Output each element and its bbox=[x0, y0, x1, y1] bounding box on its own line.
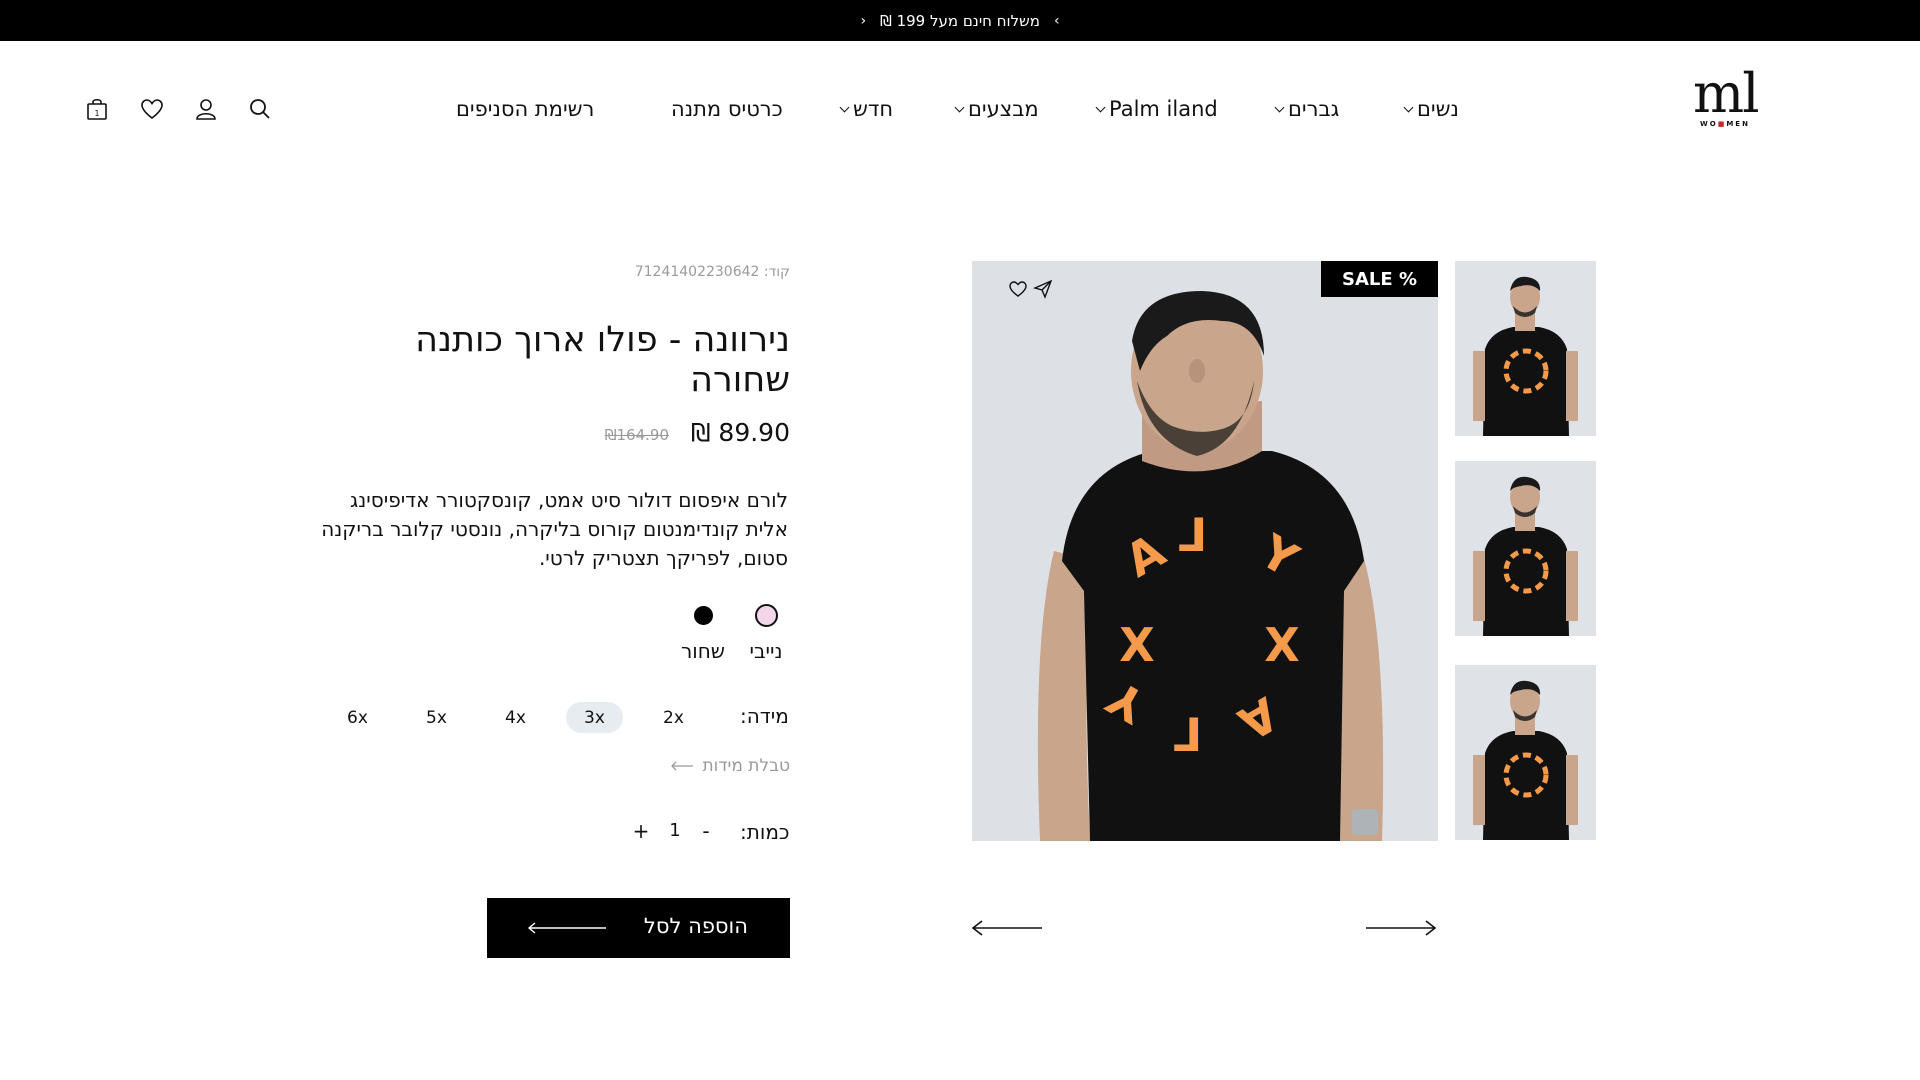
svg-text:1: 1 bbox=[94, 109, 99, 118]
nav-item-gift-cards[interactable]: כרטיס מתנה bbox=[671, 96, 783, 122]
size-chart-link[interactable]: טבלת מידות bbox=[664, 756, 790, 776]
cart-bag-icon[interactable]: 1 bbox=[84, 96, 110, 122]
svg-text:⅃: ⅃ bbox=[1177, 508, 1206, 562]
chevron-down-icon bbox=[1095, 102, 1106, 112]
price-row: 89.90 ₪ ₪164.90 bbox=[590, 418, 790, 448]
logo[interactable]: ml WO■MEN bbox=[1693, 62, 1759, 134]
announcement-prev-icon[interactable]: › bbox=[1054, 13, 1060, 29]
nav-branches-label: רשימת הסניפים bbox=[456, 97, 595, 121]
nav-new-label: חדש bbox=[853, 97, 894, 121]
nav-item-palm-iland[interactable]: Palm iland bbox=[1094, 96, 1218, 122]
wishlist-heart-icon[interactable] bbox=[139, 96, 165, 122]
quantity-value[interactable]: 1 bbox=[665, 820, 685, 841]
color-option-navy[interactable]: נייבי bbox=[738, 604, 794, 663]
color-swatch-black bbox=[693, 606, 713, 625]
nav-sales-label: מבצעים bbox=[968, 97, 1039, 121]
nav-item-new[interactable]: חדש bbox=[838, 96, 893, 122]
color-swatch-navy bbox=[754, 604, 778, 627]
chevron-down-icon bbox=[1274, 102, 1285, 112]
add-to-cart-button[interactable]: הוספה לסל bbox=[487, 898, 790, 958]
product-old-price: ₪164.90 bbox=[604, 426, 669, 444]
nav-gift-cards-label: כרטיס מתנה bbox=[671, 97, 783, 121]
quantity-minus-button[interactable]: - bbox=[696, 819, 716, 843]
product-thumbnail-3[interactable] bbox=[1455, 665, 1596, 840]
nav-item-women[interactable]: נשים bbox=[1402, 96, 1459, 122]
chevron-down-icon bbox=[954, 102, 965, 112]
color-option-black[interactable]: שחור bbox=[675, 604, 731, 663]
size-option-5x[interactable]: 5x bbox=[408, 702, 465, 733]
quantity-label: כמות: bbox=[740, 820, 790, 844]
announcement-bar: › משלוח חינם מעל 199 ₪ ‹ bbox=[0, 0, 1920, 41]
announcement-next-icon[interactable]: ‹ bbox=[860, 13, 866, 29]
gallery-prev-arrow-icon[interactable] bbox=[970, 918, 1044, 938]
announcement-text: משלוח חינם מעל 199 ₪ bbox=[880, 11, 1040, 30]
size-chart-label: טבלת מידות bbox=[702, 756, 790, 776]
quantity-plus-button[interactable]: + bbox=[631, 819, 651, 843]
nav-women-label: נשים bbox=[1417, 97, 1459, 121]
gallery-next-arrow-icon[interactable] bbox=[1364, 918, 1438, 938]
nav-item-branches[interactable]: רשימת הסניפים bbox=[456, 96, 594, 122]
logo-mark: ml bbox=[1693, 62, 1759, 125]
size-option-2x[interactable]: 2x bbox=[645, 702, 702, 733]
color-name-black: שחור bbox=[681, 639, 725, 663]
color-name-navy: נייבי bbox=[749, 639, 783, 663]
share-send-icon[interactable] bbox=[1032, 278, 1054, 300]
nav-men-label: גברים bbox=[1288, 97, 1340, 121]
nav-item-men[interactable]: גברים bbox=[1273, 96, 1339, 122]
image-wishlist-heart-icon[interactable] bbox=[1007, 278, 1029, 300]
search-icon[interactable] bbox=[247, 96, 273, 122]
arrow-left-icon bbox=[527, 922, 606, 934]
chevron-down-icon bbox=[1403, 102, 1414, 112]
nav-palm-label: Palm iland bbox=[1109, 97, 1218, 121]
svg-text:X: X bbox=[1264, 618, 1299, 672]
size-option-3x[interactable]: 3x bbox=[566, 702, 623, 733]
svg-text:⅃: ⅃ bbox=[1172, 708, 1201, 762]
add-to-cart-label: הוספה לסל bbox=[643, 914, 748, 938]
nav-item-sales[interactable]: מבצעים bbox=[953, 96, 1039, 122]
product-thumbnail-2[interactable] bbox=[1455, 461, 1596, 636]
logo-sub: WO■MEN bbox=[1700, 120, 1750, 128]
size-option-4x[interactable]: 4x bbox=[487, 702, 544, 733]
product-thumbnail-1[interactable] bbox=[1455, 261, 1596, 436]
product-price: 89.90 ₪ bbox=[690, 418, 790, 447]
product-main-image[interactable]: ⅃ Y X A ⅃ Y X A SALE % bbox=[972, 261, 1438, 841]
product-title: נירוונה - פולו ארוך כותנה שחורה bbox=[415, 320, 790, 400]
size-option-6x[interactable]: 6x bbox=[329, 702, 386, 733]
size-label: מידה: bbox=[740, 704, 789, 728]
svg-text:X: X bbox=[1119, 618, 1154, 672]
product-sku: קוד: 71241402230642 bbox=[634, 264, 790, 280]
chevron-down-icon bbox=[839, 102, 850, 112]
product-photo: ⅃ Y X A ⅃ Y X A bbox=[972, 261, 1438, 841]
account-icon[interactable] bbox=[193, 96, 219, 122]
product-description: לורם איפסום דולור סיט אמט, קונסקטורר אדי… bbox=[321, 488, 788, 570]
sale-badge: SALE % bbox=[1321, 261, 1438, 297]
arrow-left-icon bbox=[671, 761, 694, 771]
